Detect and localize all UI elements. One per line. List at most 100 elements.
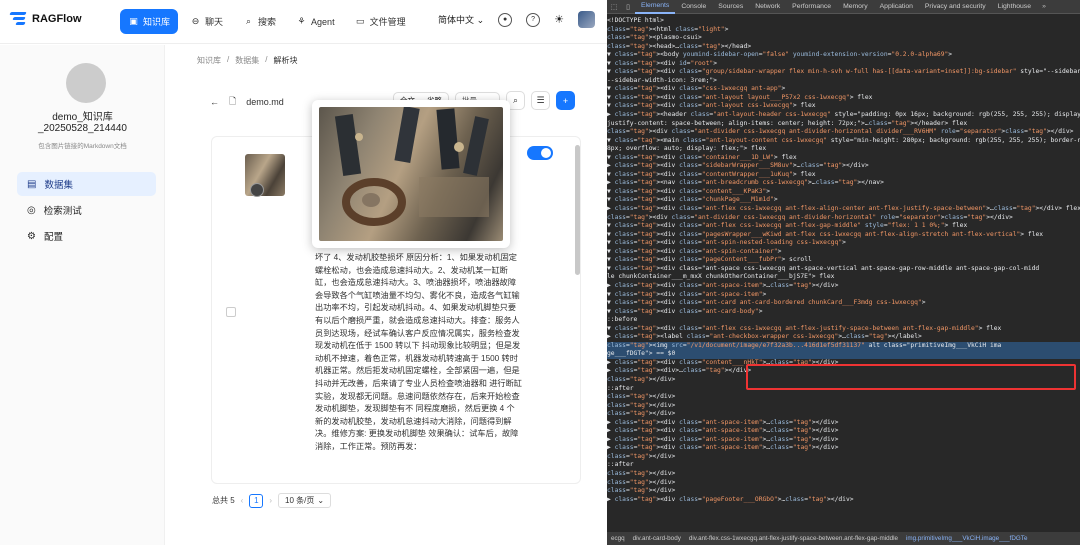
dom-node-line[interactable]: ▼ class="tag"><div class="group/sidebar-… [607, 68, 1080, 77]
nav-item-search[interactable]: ⌕ 搜索 [235, 9, 284, 34]
device-toolbar-icon[interactable]: ▯ [621, 3, 635, 11]
sidebar-item-retrieval-test[interactable]: ◎ 检索测试 [17, 198, 156, 222]
devtools-tab[interactable]: Console [675, 0, 712, 14]
dom-node-line[interactable]: ▼ class="tag"><div class="ant-card-body"… [607, 308, 1080, 317]
dom-node-line[interactable]: ▼ class="tag"><div class="chunkPage___M1… [607, 196, 1080, 205]
dom-node-line[interactable]: class="tag"><img src="/v1/document/image… [607, 341, 1080, 351]
dom-node-line[interactable]: ▼ class="tag"><div class="contentWrapper… [607, 171, 1080, 180]
dom-node-line[interactable]: class="tag"></div> [607, 479, 1080, 488]
scrollbar[interactable] [575, 145, 580, 275]
next-page-icon[interactable]: › [269, 496, 272, 505]
dom-node-line[interactable]: class="tag"><head>…class="tag"></head> [607, 43, 1080, 52]
chunk-checkbox[interactable] [226, 307, 236, 317]
sidebar-item-settings[interactable]: ⚙ 配置 [17, 224, 156, 248]
dom-node-line[interactable]: 8px; overflow: auto; display: flex;"> fl… [607, 145, 1080, 154]
dom-node-line[interactable]: ▶ class="tag"><div class="ant-space-item… [607, 419, 1080, 428]
github-icon[interactable]: ● [498, 12, 513, 27]
dom-node-line[interactable]: ▶ class="tag"><label class="ant-checkbox… [607, 333, 1080, 342]
devtools-crumb[interactable]: div.ant-flex.css-1wxecgq.ant-flex-justif… [689, 535, 898, 542]
nav-item-chat[interactable]: ⊖ 聊天 [182, 9, 231, 34]
dom-node-line[interactable]: ▼ class="tag"><body youmind-sidebar-open… [607, 51, 1080, 60]
dom-node-line[interactable]: ▶ class="tag"><div class="ant-space-item… [607, 444, 1080, 453]
inspect-icon[interactable]: ⬚ [607, 3, 621, 11]
nav-item-knowledge-base[interactable]: ▣ 知识库 [120, 9, 179, 34]
dom-node-line[interactable]: class="tag"><div class="ant-divider css-… [607, 128, 1080, 137]
dom-node-line[interactable]: class="tag"><html class="light"> [607, 26, 1080, 35]
dom-node-line[interactable]: ▼ class="tag"><div class="ant-flex css-1… [607, 222, 1080, 231]
devtools-crumb[interactable]: ecgq [611, 535, 625, 542]
dom-node-line[interactable]: ▶ class="tag"><div class="ant-space-item… [607, 282, 1080, 291]
devtools-tab[interactable]: Sources [712, 0, 749, 14]
language-select[interactable]: 简体中文 ⌄ [438, 13, 484, 26]
sidebar-item-label: 数据集 [44, 180, 73, 191]
dom-node-line[interactable]: ▶ class="tag"><div class="sidebarWrapper… [607, 162, 1080, 171]
devtools-tab[interactable]: Privacy and security [919, 0, 992, 14]
devtools-tab[interactable]: Network [749, 0, 786, 14]
more-tabs-icon[interactable]: » [1037, 3, 1051, 10]
dom-node-line[interactable]: ▼ class="tag"><div class="ant-spin-neste… [607, 239, 1080, 248]
nav-label: 搜索 [258, 17, 277, 27]
sidebar-item-dataset[interactable]: ▤ 数据集 [17, 172, 156, 196]
dom-node-line[interactable]: ▼ class="tag"><div id="root"> [607, 60, 1080, 69]
dom-node-line[interactable]: ▼ class="tag"><div class="ant-flex css-1… [607, 325, 1080, 334]
dom-tree[interactable]: <!DOCTYPE html> class="tag"><html class="… [607, 15, 1080, 531]
filter-button[interactable]: ☰ [531, 91, 550, 110]
dom-node-line[interactable]: ::after [607, 461, 1080, 470]
devtools-crumb[interactable]: img.primitiveImg___VkCiH.image___fDGTe [906, 535, 1027, 542]
dom-node-line[interactable]: ▼ class="tag"><div class="ant-layout lay… [607, 94, 1080, 103]
dom-node-line[interactable]: ▼ class="tag"><main class="ant-layout-co… [607, 137, 1080, 146]
dom-node-line[interactable]: ▼ class="tag"><div class="ant-space css-… [607, 265, 1080, 274]
breadcrumb-item[interactable]: 知识库 [197, 55, 221, 66]
dom-node-line[interactable]: ▼ class="tag"><div class="ant-space-item… [607, 291, 1080, 300]
devtools-tab[interactable]: Memory [837, 0, 874, 14]
dom-node-line[interactable]: ▼ class="tag"><div class="css-1wxecgq an… [607, 85, 1080, 94]
dom-node-line[interactable]: class="tag"><div class="ant-divider css-… [607, 214, 1080, 223]
nav-item-agent[interactable]: ⚘ Agent [288, 9, 343, 34]
back-arrow-icon[interactable]: ← [210, 97, 219, 107]
dom-node-line[interactable]: ▶ class="tag"><div class="pageFooter___O… [607, 496, 1080, 505]
dom-node-line[interactable]: ▼ class="tag"><div class="content___KPaK… [607, 188, 1080, 197]
dom-node-line[interactable]: class="tag"></div> [607, 453, 1080, 462]
breadcrumb-item[interactable]: 数据集 [235, 55, 259, 66]
chunk-enable-toggle[interactable] [527, 146, 553, 160]
dom-node-line[interactable]: class="tag"></div> [607, 410, 1080, 419]
dom-node-line[interactable]: class="tag"></div> [607, 402, 1080, 411]
dom-node-line[interactable]: ::before [607, 316, 1080, 325]
prev-page-icon[interactable]: ‹ [241, 496, 244, 505]
dom-node-line[interactable]: ▶ class="tag"><div class="ant-space-item… [607, 427, 1080, 436]
user-avatar[interactable] [578, 11, 595, 28]
chunk-text[interactable]: 坏了 4、发动机胶垫损坏 原因分析：1、如果发动机固定螺栓松动，也会造成怠速抖动… [315, 252, 522, 454]
dom-node-line[interactable]: ▼ class="tag"><div class="container___1D… [607, 154, 1080, 163]
page-number[interactable]: 1 [249, 493, 264, 508]
help-icon[interactable]: ? [526, 12, 541, 27]
dom-node-line[interactable]: ▶ class="tag"><header class="ant-layout-… [607, 111, 1080, 120]
dom-node-line[interactable]: class="tag"></div> [607, 470, 1080, 479]
dom-node-line[interactable]: ▶ class="tag"><div class="ant-space-item… [607, 436, 1080, 445]
dom-node-line[interactable]: le chunkContainer___m_mxX chunkOtherCont… [607, 273, 1080, 282]
app-logo[interactable]: RAGFlow [9, 11, 82, 27]
devtools-crumb[interactable]: div.ant-card-body [633, 535, 681, 542]
dom-node-line[interactable]: ▶ class="tag"><div class="ant-flex css-1… [607, 205, 1080, 214]
dom-node-line[interactable]: <!DOCTYPE html> [607, 17, 1080, 26]
devtools-tab[interactable]: Performance [786, 0, 837, 14]
dom-node-line[interactable]: class="tag"></div> [607, 487, 1080, 496]
dom-node-line[interactable]: ▼ class="tag"><div class="pageContent___… [607, 256, 1080, 265]
add-chunk-button[interactable]: + [556, 91, 575, 110]
theme-toggle-icon[interactable]: ☀ [554, 13, 564, 26]
dom-node-line[interactable]: class="tag"></div> [607, 393, 1080, 402]
devtools-tab[interactable]: Elements [635, 0, 676, 14]
dom-node-line[interactable]: ▼ class="tag"><div class="ant-layout css… [607, 102, 1080, 111]
dom-node-line[interactable]: --sidebar-width-icon: 3rem;"> [607, 77, 1080, 86]
devtools-tab[interactable]: Application [874, 0, 919, 14]
dom-node-line[interactable]: ▼ class="tag"><div class="pagesWrapper__… [607, 231, 1080, 240]
dom-node-line[interactable]: ▶ class="tag"><nav class="ant-breadcrumb… [607, 179, 1080, 188]
dom-node-line[interactable]: ▼ class="tag"><div class="ant-card ant-c… [607, 299, 1080, 308]
dom-node-line[interactable]: justify-content: space-between; align-it… [607, 120, 1080, 129]
dom-node-line[interactable]: ▼ class="tag"><div class="ant-spin-conta… [607, 248, 1080, 257]
dom-node-line[interactable]: ge___fDGTe"> == $0 [607, 350, 1080, 359]
kb-name-line2: _20250528_214440 [38, 123, 127, 134]
nav-item-files[interactable]: ▭ 文件管理 [347, 9, 414, 34]
dom-node-line[interactable]: class="tag"><plasmo-csui> [607, 34, 1080, 43]
page-size-select[interactable]: 10 条/页 ⌄ [278, 493, 332, 508]
devtools-tab[interactable]: Lighthouse [992, 0, 1037, 14]
